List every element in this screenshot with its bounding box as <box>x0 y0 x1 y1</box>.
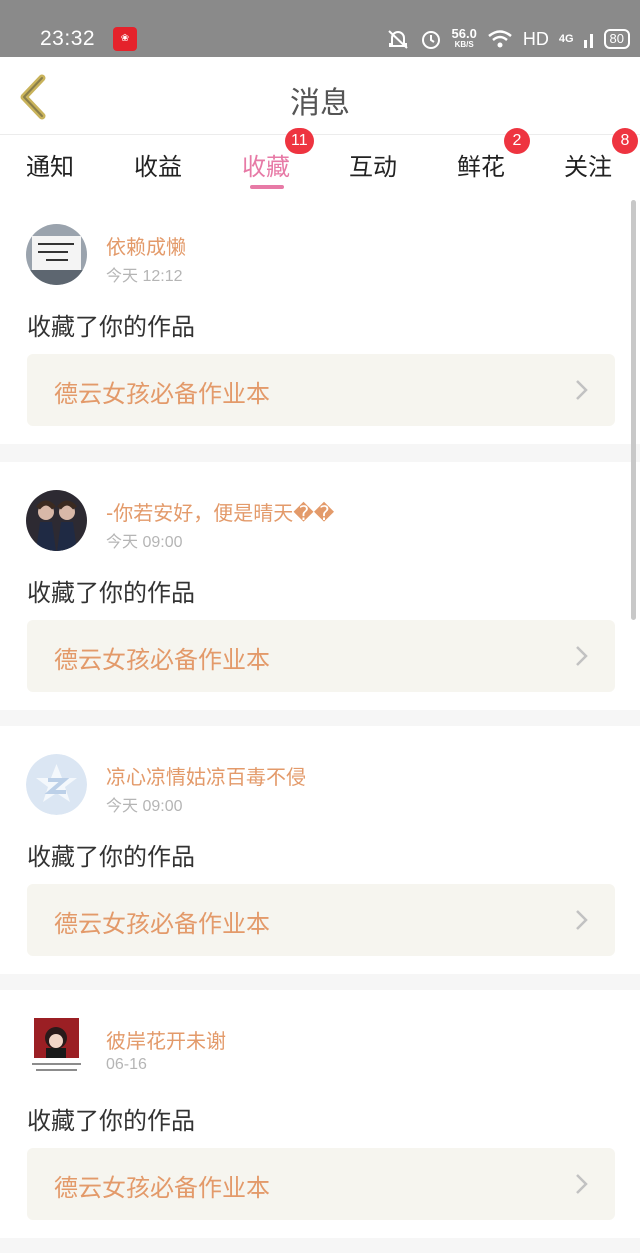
signal-bars-icon <box>583 34 593 48</box>
network-speed: 56.0 KB/S <box>451 26 477 50</box>
alarm-icon <box>421 31 440 49</box>
favorite-item: 依赖成懒 今天 12:12 收藏了你的作品 德云女孩必备作业本 <box>0 196 640 444</box>
chevron-right-icon <box>576 910 588 930</box>
app-notification-icon: ❀ <box>113 27 137 51</box>
tab-bar: 通知 收益 收藏 11 互动 鲜花 2 关注 8 <box>0 128 640 195</box>
tab-favorites[interactable]: 收藏 <box>242 147 290 182</box>
status-bar: 23:32 ❀ 56.0 KB/S HD 4G 80 <box>0 0 640 57</box>
anime-girl-avatar[interactable] <box>26 1018 87 1079</box>
chevron-right-icon <box>576 646 588 666</box>
speed-value: 56.0 <box>451 26 477 41</box>
favorite-item: 凉心凉情姑凉百毒不侵 今天 09:00 收藏了你的作品 德云女孩必备作业本 <box>0 726 640 974</box>
username[interactable]: 凉心凉情姑凉百毒不侵 <box>106 761 306 790</box>
favorites-feed[interactable]: 依赖成懒 今天 12:12 收藏了你的作品 德云女孩必备作业本 -你若安好，便是… <box>0 196 640 1253</box>
flowers-count-badge: 2 <box>504 128 530 154</box>
active-tab-indicator <box>250 185 284 189</box>
chevron-right-icon <box>576 380 588 400</box>
work-link[interactable]: 德云女孩必备作业本 <box>27 620 615 692</box>
favorites-count-badge: 11 <box>285 128 314 154</box>
timestamp: 今天 12:12 <box>106 268 183 285</box>
page-title: 消息 <box>290 86 350 121</box>
hd-label: HD <box>522 28 549 49</box>
speed-unit: KB/S <box>454 40 474 49</box>
status-icons: 56.0 KB/S HD 4G 80 <box>386 25 630 53</box>
tab-interactions[interactable]: 互动 <box>349 147 397 182</box>
favorite-item: 彼岸花开未谢 06-16 收藏了你的作品 德云女孩必备作业本 <box>0 990 640 1238</box>
scrollbar[interactable] <box>631 200 636 620</box>
favorite-item: -你若安好，便是晴天�� 今天 09:00 收藏了你的作品 德云女孩必备作业本 <box>0 462 640 710</box>
chevron-right-icon <box>576 1174 588 1194</box>
work-link[interactable]: 德云女孩必备作业本 <box>27 884 615 956</box>
battery-indicator: 80 <box>603 29 630 49</box>
wifi-icon <box>488 30 512 48</box>
work-link[interactable]: 德云女孩必备作业本 <box>27 354 615 426</box>
follows-count-badge: 8 <box>612 128 638 154</box>
username[interactable]: -你若安好，便是晴天�� <box>106 497 334 526</box>
mute-bell-icon <box>387 30 408 49</box>
default-z-avatar[interactable] <box>26 754 87 815</box>
action-text: 收藏了你的作品 <box>27 313 195 341</box>
tab-earnings[interactable]: 收益 <box>134 147 182 182</box>
timestamp: 今天 09:00 <box>106 534 183 551</box>
action-text: 收藏了你的作品 <box>27 579 195 607</box>
action-text: 收藏了你的作品 <box>27 1107 195 1135</box>
tab-follows[interactable]: 关注 <box>564 147 612 182</box>
work-title: 德云女孩必备作业本 <box>54 646 270 674</box>
username[interactable]: 彼岸花开未谢 <box>106 1025 226 1054</box>
work-link[interactable]: 德云女孩必备作业本 <box>27 1148 615 1220</box>
work-title: 德云女孩必备作业本 <box>54 910 270 938</box>
status-time: 23:32 <box>40 27 96 50</box>
tab-notifications[interactable]: 通知 <box>26 147 74 182</box>
tab-flowers[interactable]: 鲜花 <box>457 147 505 182</box>
work-title: 德云女孩必备作业本 <box>54 1174 270 1202</box>
sign-photo-avatar[interactable] <box>26 224 87 285</box>
work-title: 德云女孩必备作业本 <box>54 380 270 408</box>
action-text: 收藏了你的作品 <box>27 843 195 871</box>
timestamp: 06-16 <box>106 1056 147 1073</box>
signal-label: 4G <box>558 33 574 45</box>
two-girls-photo-avatar[interactable] <box>26 490 87 551</box>
timestamp: 今天 09:00 <box>106 798 183 815</box>
username[interactable]: 依赖成懒 <box>106 231 186 260</box>
header: 消息 <box>0 57 640 135</box>
